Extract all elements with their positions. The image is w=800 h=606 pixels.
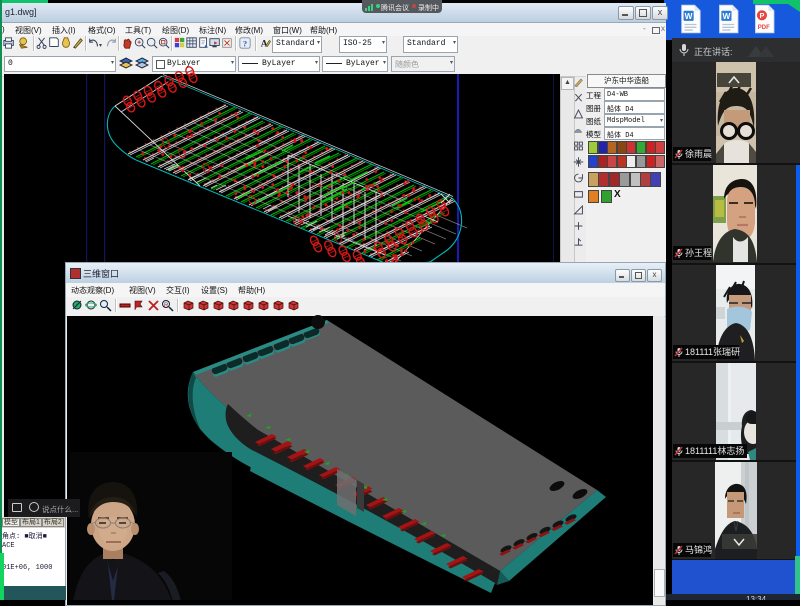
svg-text:PDF: PDF (758, 25, 770, 31)
svg-text:W: W (723, 11, 731, 21)
svg-text:W: W (685, 11, 693, 21)
svg-text:R: R (164, 303, 169, 309)
svg-text:P: P (759, 11, 764, 20)
